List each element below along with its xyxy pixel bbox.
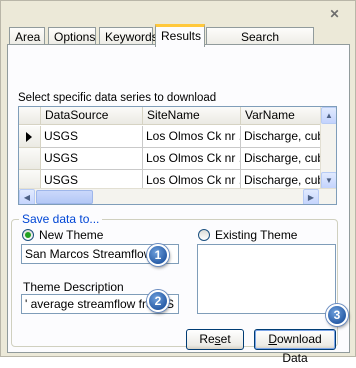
- tab-results[interactable]: Results: [155, 24, 205, 47]
- step-badge-2: 2: [147, 290, 169, 312]
- cell-datasource[interactable]: USGS: [41, 148, 143, 170]
- cell-sitename[interactable]: Los Olmos Ck nr ...: [143, 148, 241, 170]
- horizontal-scroll-thumb[interactable]: [36, 190, 93, 204]
- reset-button[interactable]: Reset: [186, 329, 244, 350]
- dialog-window: ✕ Area Options Keywords Results Search M…: [0, 0, 356, 365]
- current-row-arrow-icon: [26, 132, 32, 142]
- radio-selected-dot: [25, 232, 31, 238]
- scroll-up-icon[interactable]: ▲: [321, 107, 336, 124]
- existing-theme-list[interactable]: [197, 244, 336, 314]
- vertical-scrollbar[interactable]: ▲ ▼: [320, 107, 336, 189]
- reset-label-rest: et: [220, 332, 231, 346]
- row-selector[interactable]: [19, 126, 41, 148]
- grid-header: DataSource SiteName VarName: [19, 107, 323, 125]
- step-badge-1: 1: [147, 244, 169, 266]
- scroll-down-icon[interactable]: ▼: [321, 172, 336, 189]
- cell-datasource[interactable]: USGS: [41, 126, 143, 148]
- column-header-varname[interactable]: VarName: [241, 107, 323, 125]
- scroll-right-icon[interactable]: ▶: [303, 189, 319, 204]
- save-data-group-label: Save data to...: [19, 212, 103, 226]
- new-theme-label[interactable]: New Theme: [39, 228, 103, 242]
- download-data-button[interactable]: Download Data: [254, 329, 336, 365]
- theme-description-label: Theme Description: [23, 280, 124, 294]
- scroll-left-icon[interactable]: ◀: [19, 189, 35, 204]
- close-icon[interactable]: ✕: [326, 7, 343, 22]
- select-series-label: Select specific data series to download: [18, 92, 217, 104]
- download-label-rest: ownload Data: [276, 332, 322, 365]
- new-theme-radio[interactable]: [22, 229, 34, 241]
- data-series-grid[interactable]: DataSource SiteName VarName USGS Los Olm…: [18, 106, 337, 205]
- download-label-mnemonic: D: [268, 332, 277, 346]
- existing-theme-radio[interactable]: [198, 229, 210, 241]
- cell-varname[interactable]: Discharge, cubic: [241, 148, 323, 170]
- cell-sitename[interactable]: Los Olmos Ck nr ...: [143, 126, 241, 148]
- table-row[interactable]: USGS Los Olmos Ck nr ... Discharge, cubi…: [19, 126, 323, 148]
- existing-theme-label[interactable]: Existing Theme: [215, 228, 297, 242]
- step-badge-3: 3: [326, 304, 348, 326]
- reset-label-part: Re: [199, 332, 215, 346]
- horizontal-scrollbar[interactable]: ◀ ▶: [19, 188, 336, 204]
- column-header-sitename[interactable]: SiteName: [143, 107, 241, 125]
- table-row[interactable]: USGS Los Olmos Ck nr ... Discharge, cubi…: [19, 148, 323, 170]
- row-selector[interactable]: [19, 148, 41, 170]
- row-header-corner: [19, 107, 41, 125]
- column-header-datasource[interactable]: DataSource: [41, 107, 143, 125]
- cell-varname[interactable]: Discharge, cubic: [241, 126, 323, 148]
